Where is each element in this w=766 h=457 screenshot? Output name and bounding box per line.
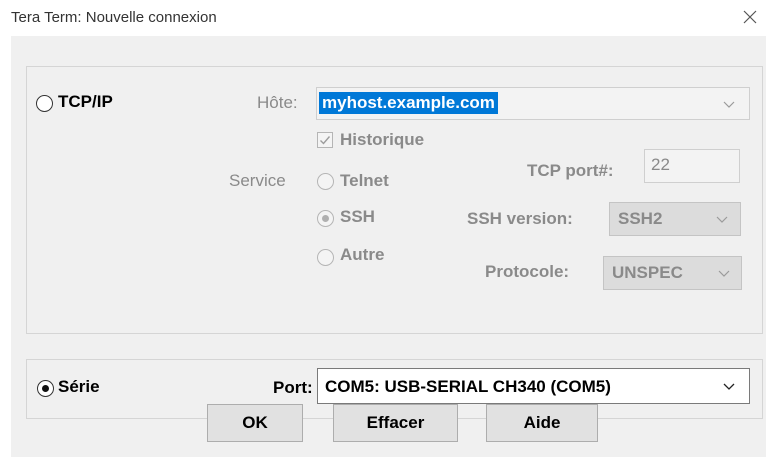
tcpip-group: TCP/IP Hôte: myhost.example.com Historiq… — [26, 66, 763, 334]
ssh-radio[interactable] — [317, 210, 334, 227]
ssh-version-label: SSH version: — [467, 209, 573, 228]
serial-radio[interactable] — [37, 380, 54, 397]
checkmark-icon — [320, 136, 331, 145]
history-label: Historique — [340, 130, 425, 149]
chevron-down-icon[interactable] — [716, 216, 728, 224]
history-checkbox[interactable] — [317, 132, 333, 148]
tcpip-label: TCP/IP — [58, 92, 113, 111]
port-value: COM5: USB-SERIAL CH340 (COM5) — [325, 377, 611, 396]
telnet-label: Telnet — [340, 171, 389, 190]
tcp-port-label: TCP port#: — [527, 161, 614, 180]
port-select[interactable]: COM5: USB-SERIAL CH340 (COM5) — [317, 368, 750, 404]
protocol-select[interactable]: UNSPEC — [603, 256, 742, 290]
host-value: myhost.example.com — [319, 92, 498, 114]
chevron-down-icon[interactable] — [723, 383, 735, 391]
telnet-radio[interactable] — [317, 173, 334, 190]
host-label: Hôte: — [257, 93, 298, 112]
dialog-body: TCP/IP Hôte: myhost.example.com Historiq… — [11, 36, 766, 457]
title-bar: Tera Term: Nouvelle connexion — [0, 0, 766, 36]
window-title: Tera Term: Nouvelle connexion — [11, 9, 217, 26]
ssh-version-value: SSH2 — [618, 209, 663, 228]
host-combobox[interactable]: myhost.example.com — [316, 87, 750, 120]
protocol-value: UNSPEC — [612, 263, 683, 282]
port-label: Port: — [273, 378, 313, 397]
tcpip-radio[interactable] — [36, 95, 53, 112]
ssh-label: SSH — [340, 207, 375, 226]
other-radio[interactable] — [317, 249, 334, 266]
serial-label: Série — [58, 377, 100, 396]
chevron-down-icon[interactable] — [723, 101, 735, 109]
ok-button[interactable]: OK — [207, 404, 303, 442]
tcp-port-value: 22 — [651, 155, 670, 174]
protocol-label: Protocole: — [485, 262, 570, 281]
close-icon[interactable] — [740, 7, 760, 27]
service-label: Service — [229, 171, 286, 190]
help-button[interactable]: Aide — [486, 404, 598, 442]
ssh-version-select[interactable]: SSH2 — [609, 202, 741, 236]
chevron-down-icon[interactable] — [718, 270, 730, 278]
tcp-port-input[interactable]: 22 — [644, 149, 740, 183]
other-label: Autre — [340, 245, 385, 264]
clear-button[interactable]: Effacer — [333, 404, 458, 442]
